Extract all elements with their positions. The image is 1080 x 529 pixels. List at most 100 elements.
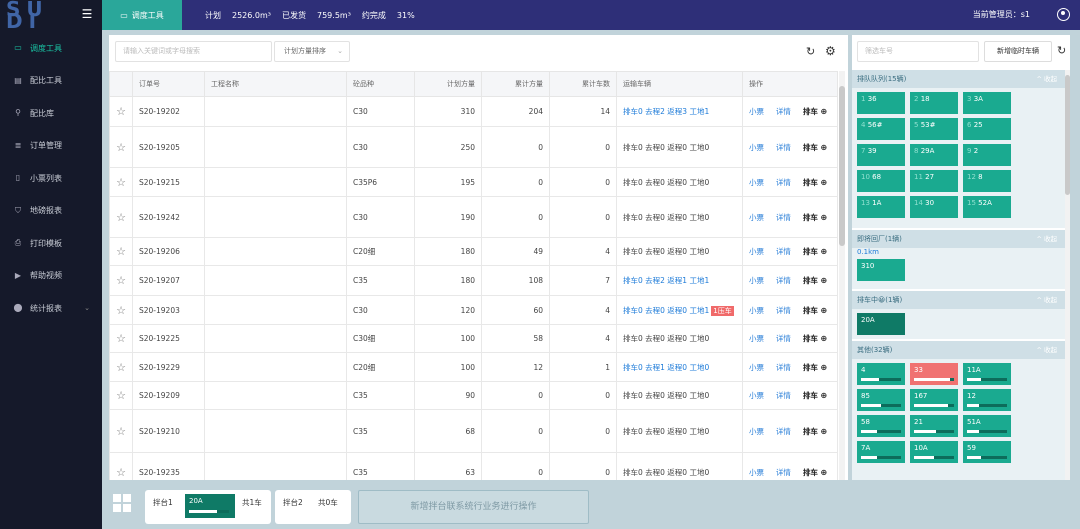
- detail-link[interactable]: 详情: [776, 143, 791, 152]
- detail-link[interactable]: 详情: [776, 107, 791, 116]
- transport-text[interactable]: 排车0 去程2 返程1 工地1: [623, 276, 709, 285]
- ticket-link[interactable]: 小票: [749, 247, 764, 256]
- dispatch-button[interactable]: 排车 ⊕: [803, 247, 827, 256]
- add-station-button[interactable]: 新增拌台联系统行业务进行操作: [358, 490, 589, 524]
- ticket-link[interactable]: 小票: [749, 468, 764, 477]
- ticket-link[interactable]: 小票: [749, 178, 764, 187]
- dispatch-button[interactable]: 排车 ⊕: [803, 143, 827, 152]
- sidebar-item-8[interactable]: ⬤ 统计报表 ⌄: [0, 292, 102, 325]
- star-icon[interactable]: ☆: [109, 265, 133, 296]
- sidebar-item-7[interactable]: ▶ 帮助视频: [0, 260, 102, 293]
- transport-status[interactable]: 排车0 去程2 返程3 工地1: [616, 96, 743, 127]
- detail-link[interactable]: 详情: [776, 334, 791, 343]
- grid-icon[interactable]: [113, 494, 131, 512]
- table-row[interactable]: ☆ S20-19225 C30细 100 58 4 排车0 去程0 返程0 工地0 小票 详情…: [109, 324, 838, 353]
- star-icon[interactable]: ☆: [109, 381, 133, 410]
- sidebar-item-3[interactable]: ≣ 订单管理: [0, 130, 102, 163]
- station-1[interactable]: 拌台1 20A 共1车: [145, 490, 271, 524]
- vehicle-chip[interactable]: 85: [857, 389, 905, 411]
- dispatch-button[interactable]: 排车 ⊕: [803, 178, 827, 187]
- vehicle-chip[interactable]: 4 56#: [857, 118, 905, 140]
- transport-status[interactable]: 排车0 去程2 返程1 工地1: [616, 265, 743, 296]
- dispatch-button[interactable]: 排车 ⊕: [803, 107, 827, 116]
- vehicle-chip[interactable]: 15 52A: [963, 196, 1011, 218]
- dispatch-button[interactable]: 排车 ⊕: [803, 276, 827, 285]
- vehicle-chip[interactable]: 3 3A: [963, 92, 1011, 114]
- table-row[interactable]: ☆ S20-19202 C30 310 204 14 排车0 去程2 返程3 工地1 小票 详…: [109, 96, 838, 127]
- star-icon[interactable]: ☆: [109, 237, 133, 266]
- table-row[interactable]: ☆ S20-19229 C20细 100 12 1 排车0 去程1 返程0 工地0 小票 详情…: [109, 352, 838, 382]
- vehicle-chip[interactable]: 4: [857, 363, 905, 385]
- vehicle-chip[interactable]: 59: [963, 441, 1011, 463]
- vehicle-chip[interactable]: 1 36: [857, 92, 905, 114]
- table-row[interactable]: ☆ S20-19207 C35 180 108 7 排车0 去程2 返程1 工地1 小票 详情…: [109, 265, 838, 296]
- vehicle-search-input[interactable]: 筛选车号: [857, 41, 979, 62]
- detail-link[interactable]: 详情: [776, 276, 791, 285]
- sidebar-item-2[interactable]: ⚲ 配比库: [0, 97, 102, 130]
- vehicle-chip[interactable]: 51A: [963, 415, 1011, 437]
- vehicle-chip[interactable]: 14 30: [910, 196, 958, 218]
- gear-icon[interactable]: ⚙: [825, 44, 836, 58]
- ticket-link[interactable]: 小票: [749, 306, 764, 315]
- refresh-icon[interactable]: ↻: [1057, 44, 1066, 57]
- table-row[interactable]: ☆ S20-19235 C35 63 0 0 排车0 去程0 返程0 工地0 小票 详情 排车…: [109, 452, 838, 480]
- vehicle-chip[interactable]: 7A: [857, 441, 905, 463]
- menu-toggle-icon[interactable]: ☰: [80, 7, 94, 21]
- tab-dispatch-tool[interactable]: ▭ 调度工具: [102, 0, 182, 30]
- table-row[interactable]: ☆ S20-19215 C35P6 195 0 0 排车0 去程0 返程0 工地0 小票 详情…: [109, 167, 838, 197]
- detail-link[interactable]: 详情: [776, 213, 791, 222]
- vehicle-chip[interactable]: 7 39: [857, 144, 905, 166]
- vehicle-chip[interactable]: 20A: [857, 313, 905, 335]
- ticket-link[interactable]: 小票: [749, 363, 764, 372]
- vehicle-chip[interactable]: 13 1A: [857, 196, 905, 218]
- dispatch-button[interactable]: 排车 ⊕: [803, 468, 827, 477]
- star-icon[interactable]: ☆: [109, 196, 133, 238]
- vehicle-chip[interactable]: 11 27: [910, 170, 958, 192]
- ticket-link[interactable]: 小票: [749, 427, 764, 436]
- transport-text[interactable]: 排车0 去程0 返程0 工地1: [623, 306, 709, 315]
- vehicle-chip[interactable]: 11A: [963, 363, 1011, 385]
- collapse-toggle[interactable]: ^ 收起: [1036, 70, 1057, 88]
- detail-link[interactable]: 详情: [776, 247, 791, 256]
- collapse-toggle[interactable]: ^ 收起: [1036, 230, 1057, 248]
- dispatch-button[interactable]: 排车 ⊕: [803, 306, 827, 315]
- ticket-link[interactable]: 小票: [749, 276, 764, 285]
- table-row[interactable]: ☆ S20-19209 C35 90 0 0 排车0 去程0 返程0 工地0 小票 详情 排车…: [109, 381, 838, 410]
- star-icon[interactable]: ☆: [109, 452, 133, 480]
- sidebar-item-5[interactable]: ⛉ 地磅报表: [0, 195, 102, 228]
- vehicle-chip[interactable]: 12 8: [963, 170, 1011, 192]
- station-vehicle-chip[interactable]: 20A: [185, 494, 235, 518]
- detail-link[interactable]: 详情: [776, 468, 791, 477]
- vehicle-chip[interactable]: 5 53#: [910, 118, 958, 140]
- star-icon[interactable]: ☆: [109, 324, 133, 353]
- star-icon[interactable]: ☆: [109, 295, 133, 325]
- star-icon[interactable]: ☆: [109, 126, 133, 168]
- vehicle-chip[interactable]: 6 25: [963, 118, 1011, 140]
- table-row[interactable]: ☆ S20-19242 C30 190 0 0 排车0 去程0 返程0 工地0 小票 详情 排…: [109, 196, 838, 238]
- vehicle-chip[interactable]: 10 68: [857, 170, 905, 192]
- dispatch-button[interactable]: 排车 ⊕: [803, 213, 827, 222]
- vehicle-chip[interactable]: 167: [910, 389, 958, 411]
- sidebar-item-0[interactable]: ▭ 调度工具: [0, 32, 102, 65]
- vehicle-chip[interactable]: 33: [910, 363, 958, 385]
- detail-link[interactable]: 详情: [776, 363, 791, 372]
- dispatch-button[interactable]: 排车 ⊕: [803, 427, 827, 436]
- sidebar-item-6[interactable]: ⎙ 打印模板: [0, 227, 102, 260]
- vehicle-scrollbar[interactable]: [1065, 70, 1070, 480]
- vehicle-chip[interactable]: 12: [963, 389, 1011, 411]
- star-icon[interactable]: ☆: [109, 96, 133, 127]
- dispatch-button[interactable]: 排车 ⊕: [803, 391, 827, 400]
- vehicle-chip[interactable]: 58: [857, 415, 905, 437]
- transport-status[interactable]: 排车0 去程1 返程0 工地0: [616, 352, 743, 382]
- vehicle-chip[interactable]: 21: [910, 415, 958, 437]
- transport-text[interactable]: 排车0 去程1 返程0 工地0: [623, 363, 709, 372]
- star-icon[interactable]: ☆: [109, 352, 133, 382]
- star-icon[interactable]: ☆: [109, 409, 133, 453]
- detail-link[interactable]: 详情: [776, 178, 791, 187]
- collapse-toggle[interactable]: ^ 收起: [1036, 341, 1057, 359]
- sidebar-item-4[interactable]: ▯ 小票列表: [0, 162, 102, 195]
- refresh-icon[interactable]: ↻: [806, 45, 815, 58]
- table-scrollbar[interactable]: [839, 71, 845, 480]
- table-row[interactable]: ☆ S20-19205 C30 250 0 0 排车0 去程0 返程0 工地0 小票 详情 排…: [109, 126, 838, 168]
- dispatch-button[interactable]: 排车 ⊕: [803, 334, 827, 343]
